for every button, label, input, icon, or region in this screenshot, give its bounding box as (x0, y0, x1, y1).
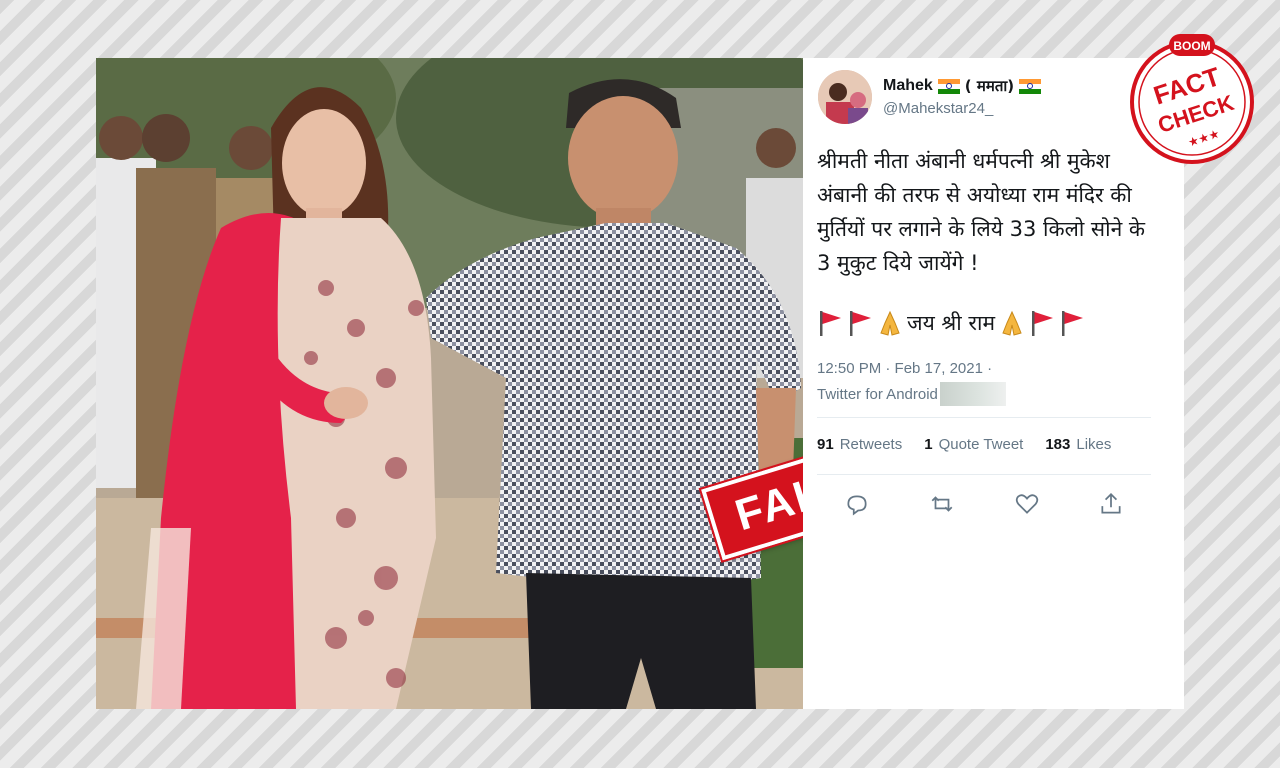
pray-emoji (1002, 310, 1022, 336)
avatar[interactable] (818, 70, 872, 124)
flag-emoji (1032, 311, 1054, 336)
author-handle[interactable]: @Mahekstar24_ (883, 100, 993, 117)
divider (817, 417, 1151, 418)
flag-emoji (1062, 311, 1084, 336)
flag-emoji (850, 311, 871, 336)
india-flag-icon (1019, 78, 1042, 94)
like-icon[interactable] (1014, 491, 1040, 517)
likes-stat[interactable]: 183 Likes (1045, 436, 1111, 453)
india-flag-icon (937, 78, 960, 94)
photo-illustration (96, 58, 803, 709)
tweet-actions (803, 491, 1184, 517)
emoji-line-text: जय श्री राम (907, 311, 996, 335)
tweet-timestamp[interactable]: 12:50 PM · Feb 17, 2021 · (817, 360, 992, 377)
author-name-suffix: ( ममता) (964, 77, 1015, 95)
fact-check-badge: BOOM FACT CHECK ★★★ (1130, 34, 1254, 164)
tweet-text: श्रीमती नीता अंबानी धर्मपत्नी श्री मुकेश… (817, 149, 1146, 275)
tweet-source-label[interactable]: Twitter for Android (817, 386, 938, 403)
reply-icon[interactable] (844, 491, 870, 517)
author-name[interactable]: Mahek ( ममता) (883, 76, 1042, 96)
flag-emoji (820, 311, 841, 336)
author-name-text: Mahek (883, 77, 933, 94)
redacted-area (939, 382, 1006, 406)
quote-tweet-stat[interactable]: 1 Quote Tweet (924, 436, 1023, 453)
retweets-stat[interactable]: 91 Retweets (817, 436, 902, 453)
tweet-emoji-line: जय श्री राम (817, 306, 1085, 340)
divider (817, 474, 1151, 475)
tweet-stats: 91 Retweets 1 Quote Tweet 183 Likes (817, 436, 1111, 453)
pray-emoji (880, 310, 900, 336)
news-photo (96, 58, 803, 709)
tweet-source: Twitter for Android (817, 382, 1006, 406)
share-icon[interactable] (1098, 491, 1124, 517)
badge-brand: BOOM (1173, 39, 1210, 53)
retweet-icon[interactable] (929, 491, 955, 517)
